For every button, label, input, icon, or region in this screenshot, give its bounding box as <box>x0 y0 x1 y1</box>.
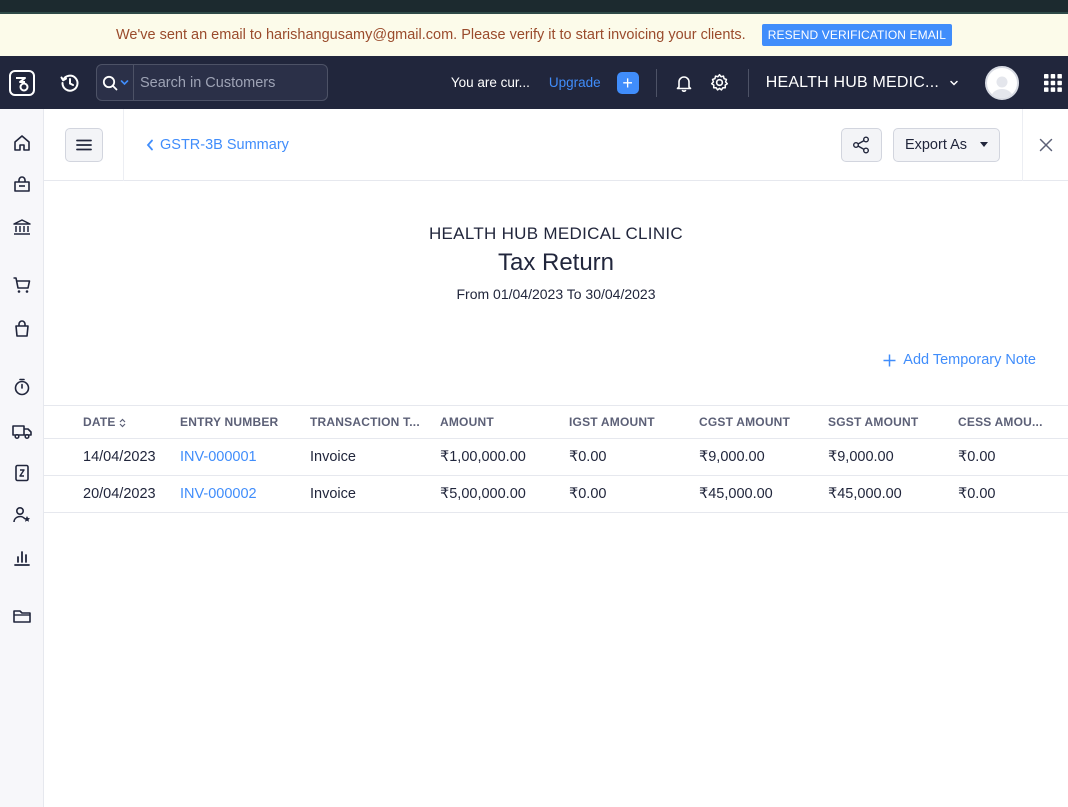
report-date-range: From 01/04/2023 To 30/04/2023 <box>456 286 656 302</box>
settings-gear-icon[interactable] <box>702 65 738 101</box>
reports-icon[interactable] <box>0 543 44 573</box>
table-row: 14/04/2023 INV-000001 Invoice ₹1,00,000.… <box>44 438 1068 476</box>
column-header-cgst-amount[interactable]: CGST AMOUNT <box>690 405 819 439</box>
cell-sgst-amount: ₹45,000.00 <box>819 475 949 513</box>
column-header-sgst-amount[interactable]: SGST AMOUNT <box>819 405 949 439</box>
search-scope-dropdown[interactable] <box>97 65 134 100</box>
cell-date: 20/04/2023 <box>44 475 171 513</box>
column-header-date[interactable]: DATE <box>44 405 171 439</box>
banking-icon[interactable] <box>0 212 44 242</box>
header-right: You are cur... Upgrade + HEALTH HUB MEDI… <box>451 56 1068 109</box>
notification-bell-icon[interactable] <box>666 65 702 101</box>
back-link-label: GSTR-3B Summary <box>160 136 289 153</box>
accountant-icon[interactable] <box>0 500 44 530</box>
cell-date: 14/04/2023 <box>44 438 171 476</box>
verification-message: We've sent an email to harishangusamy@gm… <box>115 27 746 43</box>
caret-down-icon <box>980 142 988 147</box>
plus-icon <box>883 354 896 366</box>
items-icon[interactable] <box>0 170 44 200</box>
verification-banner: We've sent an email to harishangusamy@gm… <box>0 14 1068 56</box>
export-as-dropdown[interactable]: Export As <box>892 127 1000 162</box>
column-header-entry-number[interactable]: ENTRY NUMBER <box>171 405 301 439</box>
app-grid-icon[interactable] <box>1043 73 1063 93</box>
organization-title: HEALTH HUB MEDICAL CLINIC <box>428 224 684 243</box>
cell-amount: ₹5,00,000.00 <box>431 475 560 513</box>
cell-igst-amount: ₹0.00 <box>560 475 690 513</box>
eway-bill-truck-icon[interactable] <box>0 416 44 446</box>
upgrade-link[interactable]: Upgrade <box>549 75 601 90</box>
user-avatar[interactable] <box>985 65 1019 100</box>
cell-cgst-amount: ₹45,000.00 <box>690 475 819 513</box>
report-heading: HEALTH HUB MEDICAL CLINIC Tax Return Fro… <box>44 222 1068 304</box>
chevron-down-icon <box>120 80 128 86</box>
cell-cess-amount: ₹0.00 <box>949 438 1068 476</box>
cell-igst-amount: ₹0.00 <box>560 438 690 476</box>
browser-top-strip <box>0 0 1068 14</box>
purchases-bag-icon[interactable] <box>0 314 44 344</box>
quick-create-button[interactable]: + <box>616 71 639 94</box>
column-header-amount[interactable]: AMOUNT <box>431 405 560 439</box>
header-divider <box>655 68 657 97</box>
documents-folder-icon[interactable] <box>0 601 44 631</box>
cell-entry-number-link[interactable]: INV-000001 <box>171 438 301 476</box>
column-header-igst-amount[interactable]: IGST AMOUNT <box>560 405 690 439</box>
close-icon <box>1039 138 1052 151</box>
left-sidebar <box>0 109 44 807</box>
column-header-transaction-type[interactable]: TRANSACTION T... <box>301 405 431 439</box>
hamburger-icon <box>75 139 92 150</box>
gst-filing-icon[interactable] <box>0 458 44 488</box>
sales-cart-icon[interactable] <box>0 270 44 300</box>
chevron-left-icon <box>146 139 153 150</box>
resend-verification-button[interactable]: RESEND VERIFICATION EMAIL <box>761 24 953 46</box>
hamburger-menu-button[interactable] <box>64 127 103 162</box>
table-row: 20/04/2023 INV-000002 Invoice ₹5,00,000.… <box>44 475 1068 513</box>
cell-amount: ₹1,00,000.00 <box>431 438 560 476</box>
table-header-row: DATE ENTRY NUMBER TRANSACTION T... AMOUN… <box>44 405 1068 439</box>
time-tracking-icon[interactable] <box>0 372 44 402</box>
add-temporary-note-link[interactable]: Add Temporary Note <box>883 352 1036 368</box>
app-logo-icon[interactable] <box>0 56 44 109</box>
chevron-down-icon[interactable] <box>949 78 959 88</box>
report-title: Tax Return <box>497 249 615 276</box>
report-toolbar: GSTR-3B Summary Export As <box>44 108 1068 181</box>
tax-return-table: DATE ENTRY NUMBER TRANSACTION T... AMOUN… <box>44 405 1068 513</box>
trial-status-text: You are cur... <box>450 75 530 90</box>
menu-toggle-container <box>44 108 124 181</box>
cell-transaction-type: Invoice <box>301 475 431 513</box>
cell-cgst-amount: ₹9,000.00 <box>690 438 819 476</box>
add-note-label: Add Temporary Note <box>903 352 1036 368</box>
toolbar-actions: Export As <box>840 108 1068 181</box>
cell-entry-number-link[interactable]: INV-000002 <box>171 475 301 513</box>
cell-cess-amount: ₹0.00 <box>949 475 1068 513</box>
top-header: You are cur... Upgrade + HEALTH HUB MEDI… <box>0 56 1068 109</box>
cell-transaction-type: Invoice <box>301 438 431 476</box>
column-header-cess-amount[interactable]: CESS AMOU... <box>949 405 1068 439</box>
close-report-button[interactable] <box>1022 108 1068 181</box>
organization-switcher[interactable]: HEALTH HUB MEDIC... <box>766 74 939 92</box>
home-icon[interactable] <box>0 128 44 158</box>
header-divider <box>747 68 749 97</box>
share-icon <box>853 136 870 153</box>
share-button[interactable] <box>840 127 882 162</box>
search-input[interactable] <box>134 65 327 100</box>
recent-history-icon[interactable] <box>44 56 96 109</box>
search-icon <box>102 75 117 90</box>
export-as-label: Export As <box>904 136 967 153</box>
cell-sgst-amount: ₹9,000.00 <box>819 438 949 476</box>
sort-icon <box>119 418 126 428</box>
back-to-gstr3b-link[interactable]: GSTR-3B Summary <box>146 137 289 153</box>
search-box <box>96 64 328 101</box>
